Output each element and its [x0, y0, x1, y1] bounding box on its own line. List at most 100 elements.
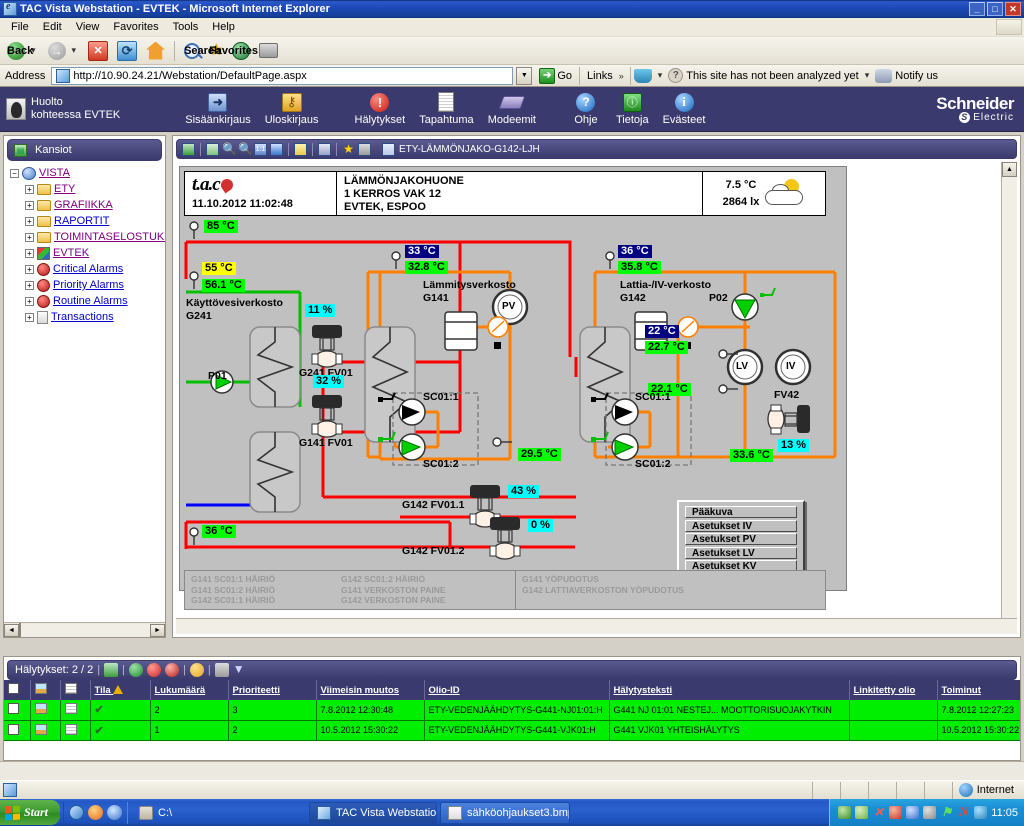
start-button[interactable]: Start — [0, 800, 61, 825]
nav-button-asetukset-pv[interactable]: Asetukset PV — [685, 533, 797, 545]
forward-button[interactable]: → ▾ — [44, 40, 84, 62]
taskbar-button-explorer[interactable]: C:\ — [131, 802, 306, 824]
nav-modems[interactable]: Modeemit — [481, 89, 543, 129]
pan-icon[interactable] — [206, 142, 219, 156]
menu-view[interactable]: View — [69, 19, 107, 35]
wot-shield-icon[interactable] — [633, 68, 652, 83]
col-olio-id[interactable]: Olio-ID — [424, 680, 610, 700]
tray-icon-antivirus[interactable] — [855, 806, 869, 819]
expander-icon[interactable]: + — [25, 248, 34, 258]
tree-item-evtek[interactable]: + EVTEK — [8, 245, 165, 261]
expander-icon[interactable]: + — [25, 280, 34, 290]
menu-tools[interactable]: Tools — [166, 19, 206, 35]
tray-icon-wifi[interactable] — [974, 806, 988, 819]
row-checkbox[interactable] — [8, 723, 19, 735]
expander-icon[interactable]: + — [25, 216, 34, 226]
nav-cookies[interactable]: i Evästeet — [656, 89, 713, 129]
nav-events[interactable]: Tapahtuma — [412, 89, 480, 129]
menu-help[interactable]: Help — [205, 19, 242, 35]
col-prioriteetti[interactable]: Prioriteetti — [228, 680, 317, 700]
tree-label[interactable]: EVTEK — [53, 247, 89, 259]
tray-icon-clock-sync[interactable] — [923, 806, 937, 819]
tray-icon-flag-green[interactable]: ⚑ — [940, 806, 953, 819]
col-lukumaara[interactable]: Lukumäärä — [150, 680, 229, 700]
zoom-100-icon[interactable]: 1:1 — [254, 142, 267, 156]
scroll-left-icon[interactable]: ◄ — [4, 623, 19, 637]
minimize-button[interactable]: _ — [969, 2, 985, 16]
table-row[interactable]: ✔ 1 2 10.5.2012 15:30:22 ETY-VEDENJÄÄHDY… — [4, 720, 1020, 741]
cell-note[interactable] — [60, 700, 91, 721]
expander-icon[interactable]: + — [25, 312, 34, 322]
links-chevron-icon[interactable]: » — [616, 71, 627, 81]
wot-dropdown-icon[interactable]: ▾ — [655, 70, 666, 81]
go-button[interactable]: ➔ Go — [535, 67, 576, 84]
cell-select[interactable] — [4, 700, 31, 721]
cell-graphic[interactable] — [30, 720, 61, 741]
graphic-vertical-scrollbar[interactable]: ▲ ▼ — [1001, 162, 1017, 634]
tree-label[interactable]: Critical Alarms — [53, 263, 123, 275]
tree-item-critical-alarms[interactable]: + Critical Alarms — [8, 261, 165, 277]
close-button[interactable]: ✕ — [1005, 2, 1021, 16]
tree-label[interactable]: GRAFIIKKA — [54, 199, 113, 211]
expander-icon[interactable]: + — [25, 296, 34, 306]
filter-icon[interactable]: ▼ — [233, 663, 247, 677]
nav-button-asetukset-iv[interactable]: Asetukset IV — [685, 519, 797, 532]
tray-icon-shield[interactable] — [838, 806, 852, 819]
tree-item-raportit[interactable]: + RAPORTIT — [8, 213, 165, 229]
print-icon[interactable] — [358, 142, 371, 156]
note-icon[interactable] — [64, 703, 77, 715]
hand-icon[interactable] — [189, 663, 204, 677]
scroll-track[interactable] — [19, 622, 150, 637]
col-tila[interactable]: Tila — [90, 680, 151, 700]
tree-label[interactable]: Priority Alarms — [53, 279, 124, 291]
ie-quicklaunch-icon[interactable] — [69, 805, 85, 820]
search-button[interactable]: Search — [180, 41, 221, 61]
taskbar-button-paint[interactable]: sähköohjaukset3.bmp - ... — [440, 801, 571, 824]
graphic-link-icon[interactable] — [34, 703, 47, 715]
tray-icon-norton[interactable]: N — [957, 805, 970, 819]
tree-label[interactable]: VISTA — [39, 167, 70, 179]
maximize-button[interactable]: □ — [987, 2, 1003, 16]
tray-icon-network-error[interactable] — [889, 806, 903, 819]
folder-tree-header[interactable]: ▤ Kansiot — [7, 139, 162, 161]
tree-item-grafiikka[interactable]: + GRAFIIKKA — [8, 197, 165, 213]
home-button[interactable] — [142, 40, 169, 62]
tray-icon-close-red[interactable]: ✕ — [872, 806, 885, 819]
expander-icon[interactable]: − — [10, 168, 19, 178]
col-select[interactable] — [4, 680, 31, 700]
address-dropdown-icon[interactable]: ▼ — [516, 66, 533, 85]
taskbar-button-tac-vista[interactable]: TAC Vista Webstation... — [309, 801, 438, 824]
col-viimeisin-muutos[interactable]: Viimeisin muutos — [316, 680, 425, 700]
col-toiminut[interactable]: Toiminut — [937, 680, 1020, 700]
menu-file[interactable]: File — [4, 19, 36, 35]
tree-item-ety[interactable]: + ETY — [8, 181, 165, 197]
properties-icon[interactable] — [318, 142, 331, 156]
zoom-out-icon[interactable]: 🔍 — [238, 143, 253, 156]
cell-note[interactable] — [60, 720, 91, 741]
tree-item-vista[interactable]: − VISTA — [8, 165, 165, 181]
graphic-link-icon[interactable] — [34, 723, 47, 735]
tree-label[interactable]: ETY — [54, 183, 75, 195]
favorites-button[interactable]: ★ Favorites — [205, 41, 258, 61]
graphic-horizontal-scrollbar[interactable] — [176, 618, 1017, 634]
favorite-star-icon[interactable]: ★ — [342, 143, 355, 156]
expander-icon[interactable]: + — [25, 200, 34, 210]
menu-edit[interactable]: Edit — [36, 19, 69, 35]
menu-favorites[interactable]: Favorites — [106, 19, 165, 35]
table-row[interactable]: ✔ 2 3 7.8.2012 12:30:48 ETY-VEDENJÄÄHDYT… — [4, 700, 1020, 721]
cell-graphic[interactable] — [30, 700, 61, 721]
firefox-quicklaunch-icon[interactable] — [88, 805, 104, 820]
browser-quicklaunch-icon[interactable] — [107, 805, 123, 820]
expander-icon[interactable]: + — [25, 232, 34, 242]
forward-dropdown-icon[interactable]: ▾ — [69, 45, 80, 56]
tree-item-priority-alarms[interactable]: + Priority Alarms — [8, 277, 165, 293]
refresh-icon[interactable] — [182, 142, 195, 156]
taskbar-clock[interactable]: 11:05 — [991, 807, 1018, 819]
nav-button-paakuva[interactable]: Pääkuva — [685, 506, 797, 518]
cell-select[interactable] — [4, 720, 31, 741]
tray-icon-network[interactable] — [906, 806, 920, 819]
zoom-in-icon[interactable]: 🔍 — [222, 143, 237, 156]
block-alarm-icon[interactable] — [146, 663, 161, 677]
tree-label[interactable]: Routine Alarms — [53, 295, 128, 307]
expander-icon[interactable]: + — [25, 264, 34, 274]
